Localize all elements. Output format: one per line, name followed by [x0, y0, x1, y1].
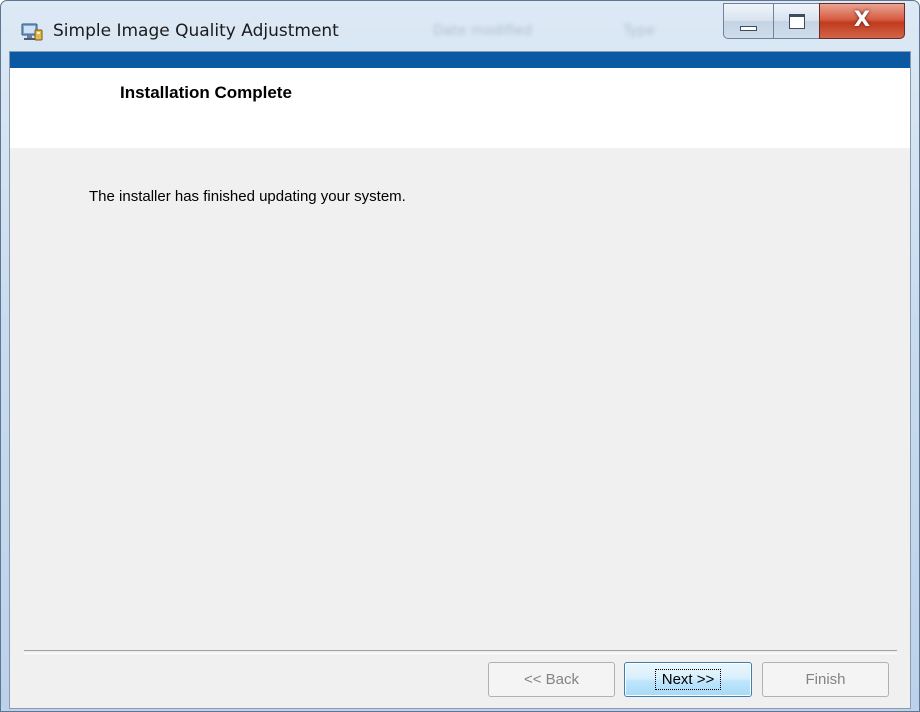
- finish-button[interactable]: Finish: [762, 662, 889, 697]
- next-button-label: Next >>: [654, 669, 722, 690]
- finish-button-label: Finish: [805, 671, 846, 688]
- page-title: Installation Complete: [120, 83, 292, 102]
- maximize-icon: [789, 14, 805, 29]
- close-icon: X: [853, 7, 871, 31]
- completion-message: The installer has finished updating your…: [89, 188, 406, 205]
- close-button[interactable]: X: [819, 3, 905, 39]
- title-bar[interactable]: Simple Image Quality Adjustment Date mod…: [1, 1, 919, 51]
- installer-window: Simple Image Quality Adjustment Date mod…: [0, 0, 920, 712]
- caption-buttons: X: [723, 3, 905, 39]
- window-title: Simple Image Quality Adjustment: [53, 21, 339, 41]
- dialog-client-area: Installation Complete The installer has …: [9, 51, 911, 709]
- back-button[interactable]: << Back: [488, 662, 615, 697]
- footer-divider: [24, 650, 897, 654]
- installer-computer-icon: [21, 22, 43, 42]
- back-button-label: << Back: [523, 671, 580, 688]
- accent-bar: [10, 52, 910, 68]
- background-column-hint: Date modified: [433, 23, 533, 39]
- next-button[interactable]: Next >>: [624, 662, 752, 697]
- maximize-button[interactable]: [773, 3, 819, 39]
- header-panel: Installation Complete: [10, 68, 910, 148]
- background-column-hint: Type: [623, 23, 656, 39]
- minimize-icon: [740, 26, 757, 31]
- minimize-button[interactable]: [723, 3, 773, 39]
